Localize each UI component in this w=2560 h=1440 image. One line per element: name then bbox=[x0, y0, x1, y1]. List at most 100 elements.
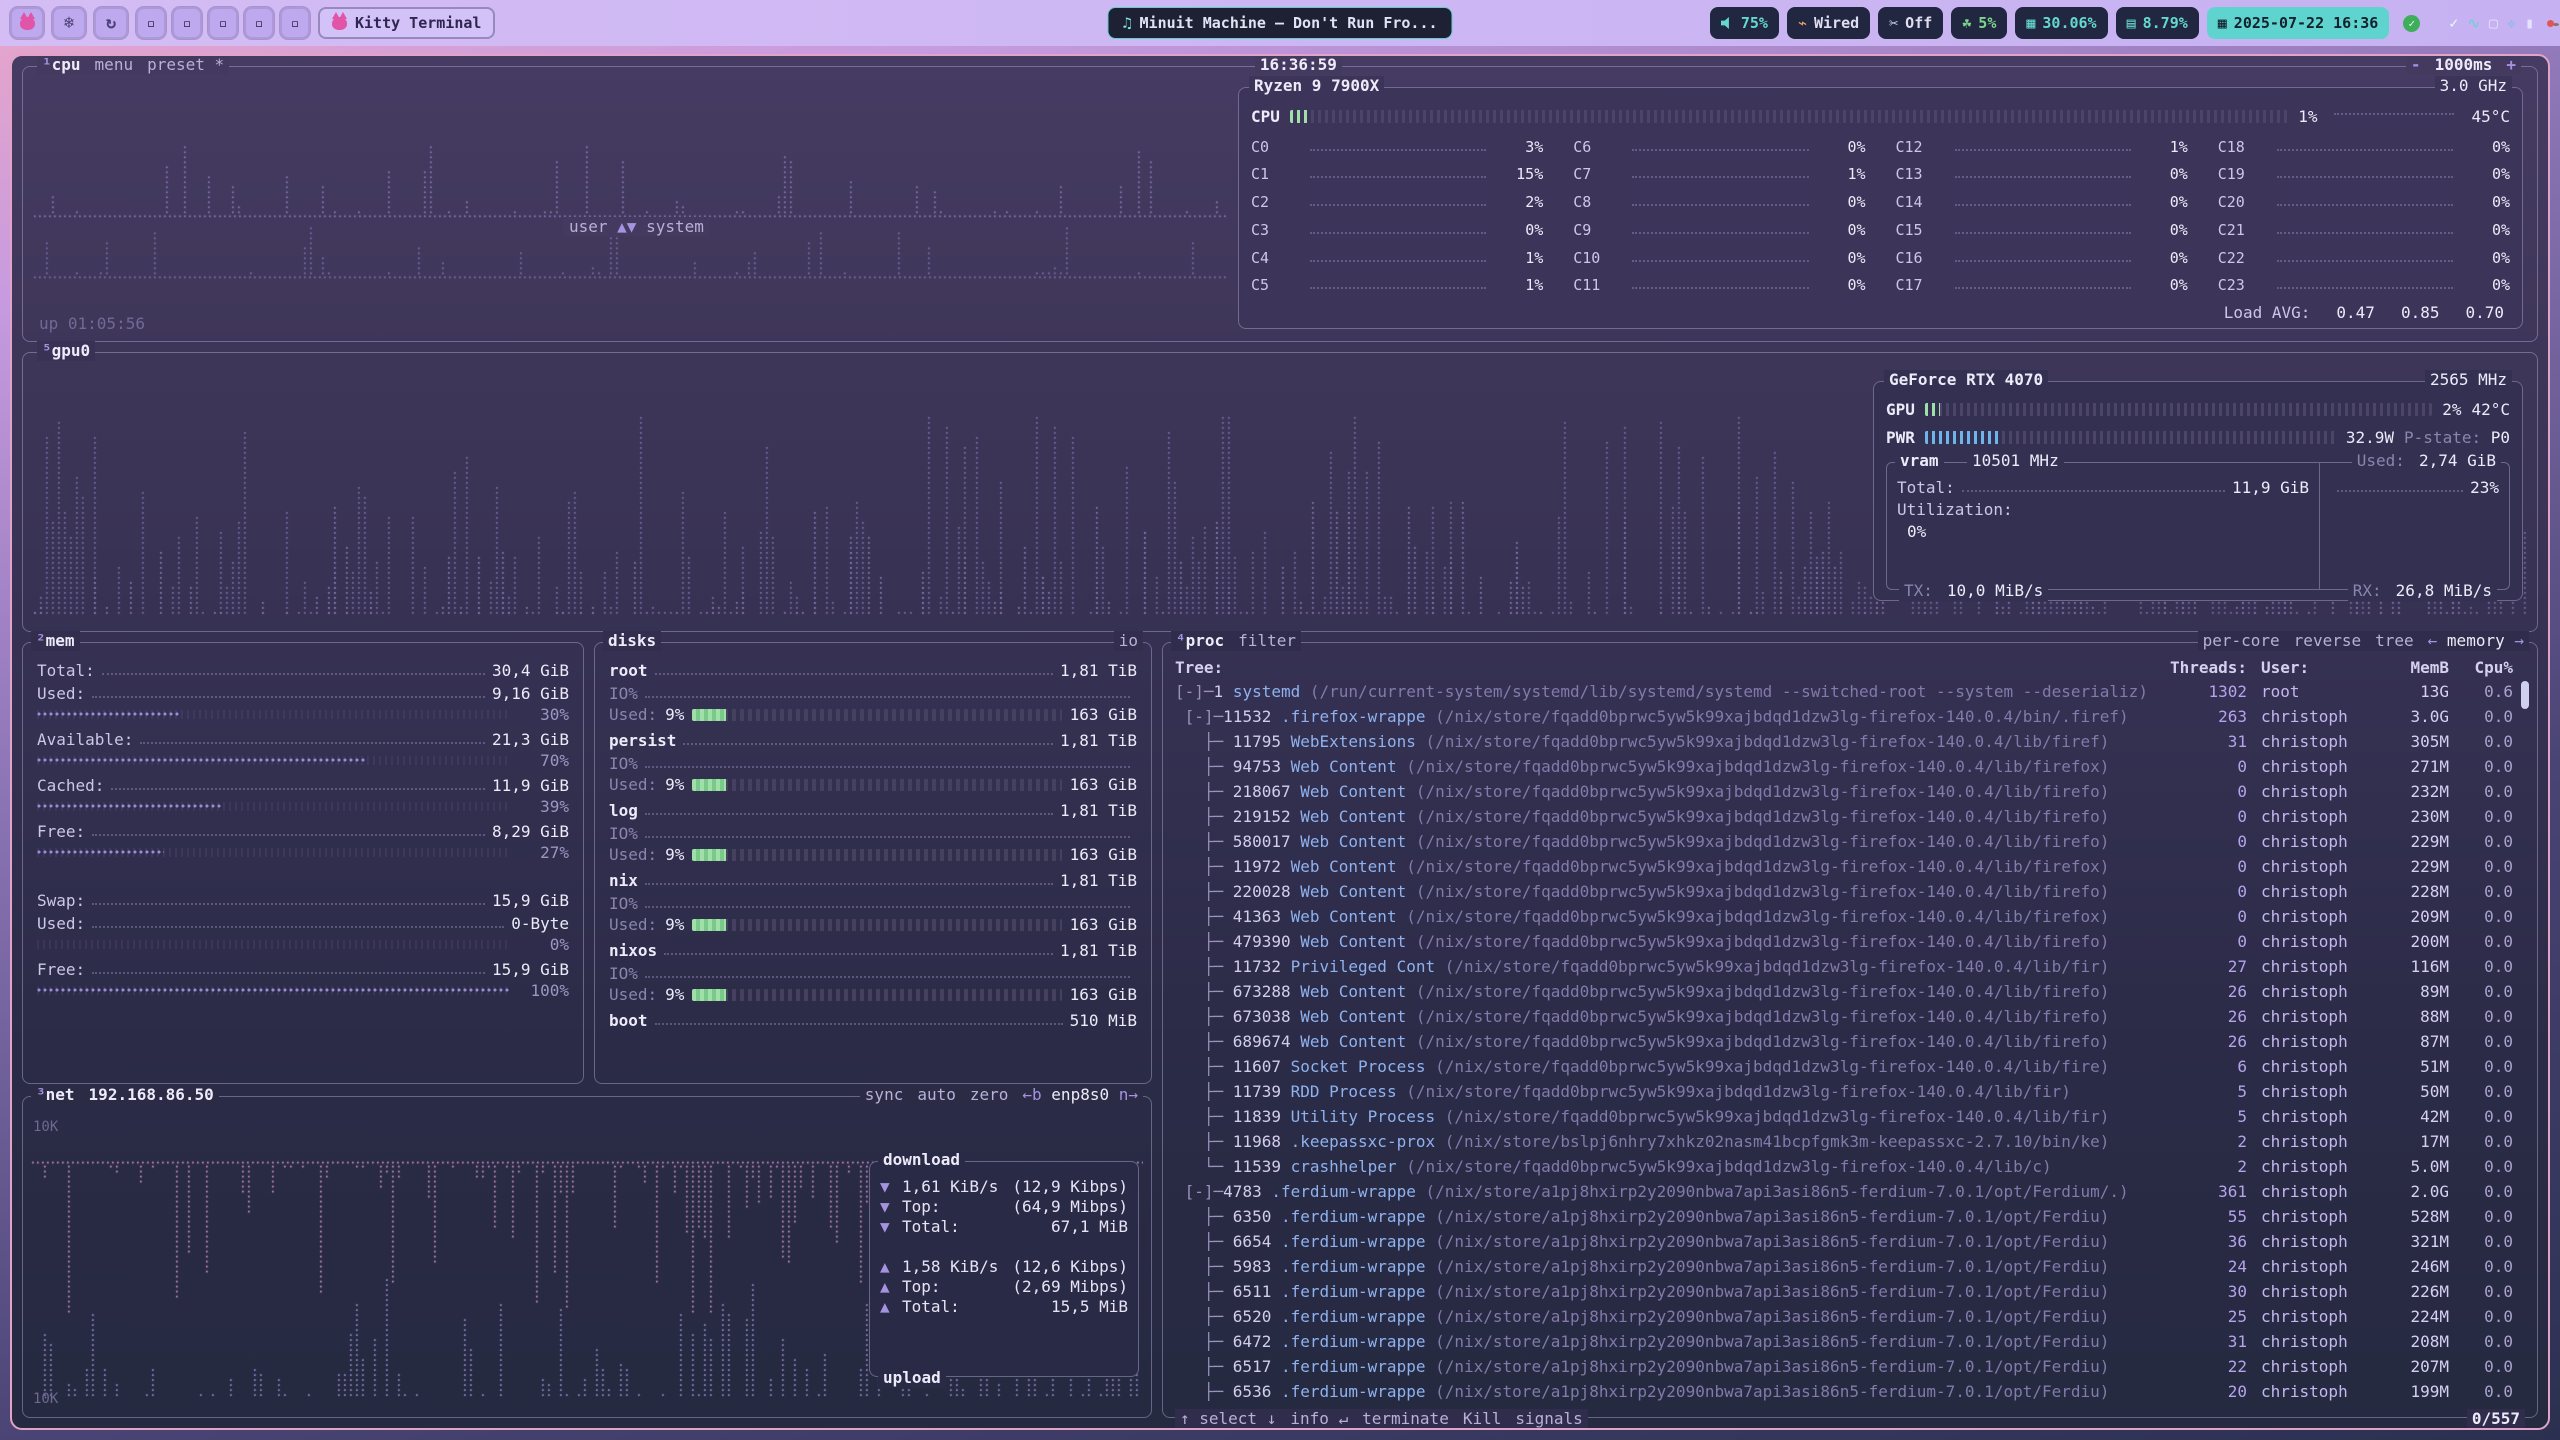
process-row[interactable]: └─ 11539 crashhelper (/nix/store/fqadd0b… bbox=[1175, 1154, 2531, 1179]
interval-increase-button[interactable]: + bbox=[2506, 55, 2516, 75]
process-row[interactable]: ├─ 479390 Web Content (/nix/store/fqadd0… bbox=[1175, 929, 2531, 954]
tray-icon[interactable]: ∿ bbox=[2467, 14, 2480, 32]
process-cpu: 0.0 bbox=[2449, 1332, 2513, 1351]
process-row[interactable]: ├─ 6520 .ferdium-wrappe (/nix/store/a1pj… bbox=[1175, 1304, 2531, 1329]
network-toggle-button[interactable]: sync bbox=[865, 1085, 904, 1105]
launcher-button[interactable]: ▫ bbox=[208, 7, 238, 39]
nix-logo-button[interactable]: ❄ bbox=[52, 7, 86, 39]
process-scrollbar[interactable] bbox=[2521, 681, 2529, 709]
process-row[interactable]: [-]─1 systemd (/run/current-system/syste… bbox=[1175, 679, 2531, 704]
sort-selector[interactable]: ← memory → bbox=[2428, 631, 2524, 651]
tray-icon[interactable]: ✓ bbox=[2449, 14, 2458, 32]
filter-button[interactable]: filter bbox=[1238, 631, 1296, 651]
kitty-terminal-tab[interactable]: Kitty Terminal bbox=[318, 7, 495, 39]
memory-stat-label: Free: bbox=[37, 960, 85, 979]
process-threads: 6 bbox=[2157, 1057, 2247, 1076]
cpu-total-meter bbox=[1290, 110, 2288, 123]
reload-button[interactable]: ↻ bbox=[94, 7, 128, 39]
process-action-button[interactable]: info ↵ bbox=[1290, 1409, 1348, 1429]
process-row[interactable]: ├─ 6517 .ferdium-wrappe (/nix/store/a1pj… bbox=[1175, 1354, 2531, 1379]
memory-panel-label[interactable]: mem bbox=[46, 631, 75, 650]
process-row[interactable]: ├─ 11732 Privileged Cont (/nix/store/fqa… bbox=[1175, 954, 2531, 979]
io-toggle[interactable]: io bbox=[1114, 631, 1143, 651]
process-row[interactable]: ├─ 11968 .keepassxc-prox (/nix/store/bsl… bbox=[1175, 1129, 2531, 1154]
launcher-button[interactable]: ▫ bbox=[172, 7, 202, 39]
memory-stat-label: Used: bbox=[37, 914, 85, 933]
process-row[interactable]: ├─ 5983 .ferdium-wrappe (/nix/store/a1pj… bbox=[1175, 1254, 2531, 1279]
process-panel-label[interactable]: proc bbox=[1186, 631, 1225, 650]
process-row[interactable]: [-]─11532 .firefox-wrappe (/nix/store/fq… bbox=[1175, 704, 2531, 729]
column-tree[interactable]: Tree: bbox=[1175, 658, 2157, 677]
interface-selector[interactable]: ←b enp8s0 n→ bbox=[1022, 1085, 1138, 1105]
launcher-button[interactable]: ▫ bbox=[280, 7, 310, 39]
network-toggle-button[interactable]: auto bbox=[917, 1085, 956, 1105]
process-row[interactable]: ├─ 11739 RDD Process (/nix/store/fqadd0b… bbox=[1175, 1079, 2531, 1104]
disk-size: 1,81 TiB bbox=[1060, 941, 1137, 960]
core-percent: 0% bbox=[2138, 276, 2188, 294]
column-threads[interactable]: Threads: bbox=[2157, 658, 2247, 677]
process-toggle-button[interactable]: reverse bbox=[2294, 631, 2361, 651]
memory-stat-value: 21,3 GiB bbox=[492, 730, 569, 749]
menu-button[interactable]: menu bbox=[95, 55, 134, 75]
process-row[interactable]: ├─ 11607 Socket Process (/nix/store/fqad… bbox=[1175, 1054, 2531, 1079]
column-user[interactable]: User: bbox=[2247, 658, 2373, 677]
check-icon[interactable]: ✓ bbox=[2403, 15, 2420, 32]
preset-button[interactable]: preset * bbox=[147, 55, 224, 75]
toggle-module[interactable]: ✂ Off bbox=[1878, 7, 1943, 39]
disk-used-value: 163 GiB bbox=[1070, 775, 1137, 794]
volume-module[interactable]: 75% bbox=[1710, 7, 1779, 39]
process-row[interactable]: ├─ 673288 Web Content (/nix/store/fqadd0… bbox=[1175, 979, 2531, 1004]
launcher-button[interactable]: ▫ bbox=[244, 7, 274, 39]
network-toggle-button[interactable]: zero bbox=[970, 1085, 1009, 1105]
cpu-panel-label[interactable]: cpu bbox=[52, 55, 81, 74]
process-row[interactable]: ├─ 580017 Web Content (/nix/store/fqadd0… bbox=[1175, 829, 2531, 854]
music-widget[interactable]: ♫ Minuit Machine – Don't Run Fro... bbox=[1107, 7, 1452, 39]
process-row[interactable]: ├─ 41363 Web Content (/nix/store/fqadd0b… bbox=[1175, 904, 2531, 929]
cpu-usage-module[interactable]: ☘ 5% bbox=[1951, 7, 2007, 39]
process-row[interactable]: ├─ 6654 .ferdium-wrappe (/nix/store/a1pj… bbox=[1175, 1229, 2531, 1254]
process-cpu: 0.0 bbox=[2449, 1182, 2513, 1201]
process-threads: 26 bbox=[2157, 1032, 2247, 1051]
process-row[interactable]: ├─ 11972 Web Content (/nix/store/fqadd0b… bbox=[1175, 854, 2531, 879]
column-memory[interactable]: MemB bbox=[2373, 658, 2449, 677]
clock-module[interactable]: ▦ 2025-07-22 16:36 bbox=[2207, 7, 2390, 39]
launcher-button[interactable]: ▫ bbox=[136, 7, 166, 39]
process-row[interactable]: ├─ 11795 WebExtensions (/nix/store/fqadd… bbox=[1175, 729, 2531, 754]
process-action-button[interactable]: Kill bbox=[1463, 1409, 1502, 1429]
disk-usage-module[interactable]: ▤ 8.79% bbox=[2116, 7, 2199, 39]
core-row: C3 0% bbox=[1251, 218, 1543, 239]
tray-icon[interactable]: ▢ bbox=[2489, 14, 2498, 32]
process-row[interactable]: ├─ 11839 Utility Process (/nix/store/fqa… bbox=[1175, 1104, 2531, 1129]
load-average-value: 0.85 bbox=[2401, 303, 2440, 322]
process-row[interactable]: ├─ 673038 Web Content (/nix/store/fqadd0… bbox=[1175, 1004, 2531, 1029]
process-action-button[interactable]: signals bbox=[1515, 1409, 1582, 1429]
tray-icon[interactable]: ▮ bbox=[2525, 14, 2534, 32]
process-toggle-button[interactable]: per-core bbox=[2203, 631, 2280, 651]
process-row[interactable]: ├─ 6472 .ferdium-wrappe (/nix/store/a1pj… bbox=[1175, 1329, 2531, 1354]
process-row[interactable]: ├─ 689674 Web Content (/nix/store/fqadd0… bbox=[1175, 1029, 2531, 1054]
process-row[interactable]: [-]─4783 .ferdium-wrappe (/nix/store/a1p… bbox=[1175, 1179, 2531, 1204]
process-action-button[interactable]: terminate bbox=[1362, 1409, 1449, 1429]
memory-usage-module[interactable]: ▦ 30.06% bbox=[2015, 7, 2107, 39]
process-toggle-button[interactable]: tree bbox=[2375, 631, 2414, 651]
disks-panel-label[interactable]: disks bbox=[608, 631, 656, 651]
process-row[interactable]: ├─ 6350 .ferdium-wrappe (/nix/store/a1pj… bbox=[1175, 1204, 2531, 1229]
process-row[interactable]: ├─ 218067 Web Content (/nix/store/fqadd0… bbox=[1175, 779, 2531, 804]
process-row[interactable]: ├─ 6536 .ferdium-wrappe (/nix/store/a1pj… bbox=[1175, 1379, 2531, 1404]
process-row[interactable]: ├─ 220028 Web Content (/nix/store/fqadd0… bbox=[1175, 879, 2531, 904]
process-row[interactable]: ├─ 94753 Web Content (/nix/store/fqadd0b… bbox=[1175, 754, 2531, 779]
network-module[interactable]: ⌁ Wired bbox=[1787, 7, 1870, 39]
process-action-button[interactable]: ↑ select ↓ bbox=[1180, 1409, 1276, 1429]
process-user: christoph bbox=[2247, 1032, 2373, 1051]
process-row[interactable]: ├─ 6511 .ferdium-wrappe (/nix/store/a1pj… bbox=[1175, 1279, 2531, 1304]
gpu-panel-label[interactable]: gpu0 bbox=[52, 341, 91, 360]
cat-logo-button[interactable] bbox=[10, 7, 44, 39]
interval-decrease-button[interactable]: - bbox=[2411, 55, 2421, 75]
process-cpu: 0.0 bbox=[2449, 1207, 2513, 1226]
network-panel-label[interactable]: net bbox=[46, 1085, 75, 1104]
process-row[interactable]: ├─ 219152 Web Content (/nix/store/fqadd0… bbox=[1175, 804, 2531, 829]
tray-icon[interactable]: ❖ bbox=[2507, 14, 2516, 32]
net-stat-value: (12,9 Kibps) bbox=[1012, 1177, 1128, 1196]
ip-address: 192.168.86.50 bbox=[89, 1085, 214, 1105]
column-cpu[interactable]: Cpu% bbox=[2449, 658, 2513, 677]
